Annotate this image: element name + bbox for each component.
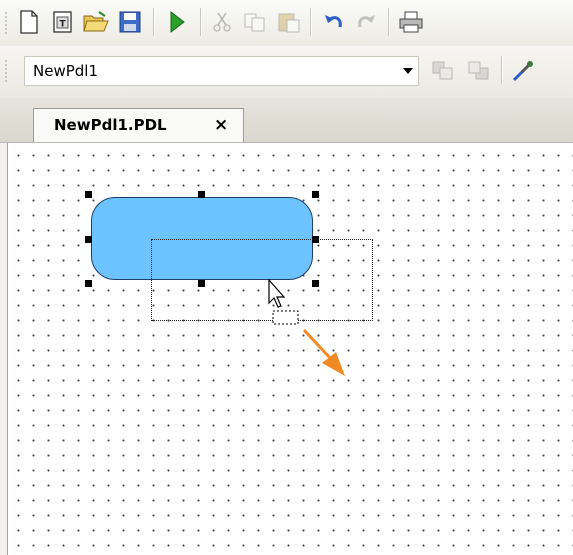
selection-handle[interactable] [85,191,92,198]
drag-outline [151,239,373,321]
svg-text:T: T [60,20,67,30]
paste-icon[interactable] [274,7,304,37]
tab-title: NewPdl1.PDL [54,116,167,134]
copy-icon[interactable] [240,7,270,37]
toolbar-separator [200,8,202,36]
selection-handle[interactable] [312,191,319,198]
toolbar-separator [388,8,390,36]
tab-newpdl1[interactable]: NewPdl1.PDL × [33,108,244,142]
cut-icon[interactable] [207,7,237,37]
selection-handle[interactable] [85,236,92,243]
toolbar-separator [501,56,503,84]
new-icon[interactable] [14,7,44,37]
run-icon[interactable] [162,7,192,37]
chevron-down-icon[interactable] [401,64,415,78]
drag-direction-arrow-icon [300,326,350,382]
selection-handle[interactable] [198,191,205,198]
toolbar-separator [310,8,312,36]
eyedropper-icon[interactable] [508,56,538,86]
document-combo[interactable]: NewPdl1 [24,56,419,86]
move-cursor-icon [268,278,302,331]
open-folder-icon[interactable] [81,7,111,37]
canvas-left-margin [0,143,7,555]
selection-handle[interactable] [85,280,92,287]
toolbar-grip[interactable] [5,59,7,83]
close-icon[interactable]: × [214,115,228,135]
standard-toolbar: T [0,0,573,46]
redo-icon[interactable] [351,7,381,37]
print-icon[interactable] [396,7,426,37]
document-combo-value: NewPdl1 [33,62,98,80]
toolbar-grip[interactable] [5,11,7,35]
toolbar-separator [153,8,155,36]
undo-icon[interactable] [319,7,349,37]
template-icon[interactable]: T [48,7,78,37]
save-icon[interactable] [115,7,145,37]
bring-front-icon[interactable] [428,56,458,86]
send-back-icon[interactable] [464,56,494,86]
